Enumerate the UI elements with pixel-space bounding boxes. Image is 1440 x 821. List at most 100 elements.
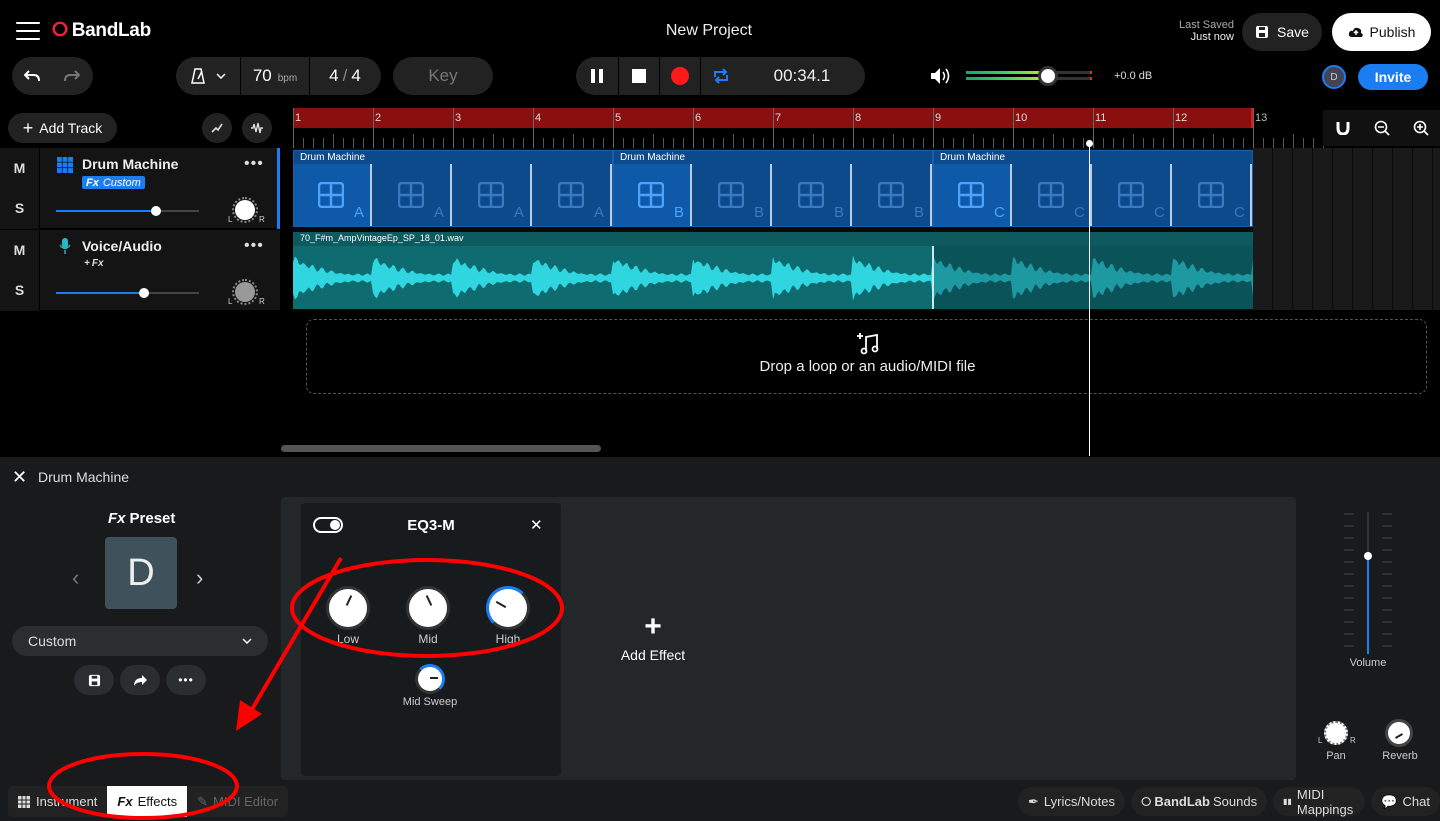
track-volume-thumb[interactable]	[139, 288, 149, 298]
preset-next-icon[interactable]: ›	[196, 565, 203, 591]
drum-pattern-cell[interactable]: A	[454, 164, 532, 226]
drum-pattern-cell[interactable]: A	[534, 164, 612, 226]
playhead[interactable]	[1089, 142, 1090, 456]
midi-mappings-button[interactable]: ▮▮ MIDI Mappings	[1273, 787, 1366, 817]
bandlab-sounds-button[interactable]: ⭘ BandLab Sounds	[1130, 787, 1268, 816]
loop-icon	[714, 68, 728, 84]
solo-button[interactable]: S	[0, 270, 39, 310]
close-effect-icon[interactable]: ✕	[530, 516, 543, 534]
track-pan-knob[interactable]	[232, 279, 258, 305]
solo-button[interactable]: S	[0, 188, 39, 228]
key-button[interactable]: Key	[393, 57, 493, 95]
speaker-icon[interactable]	[930, 67, 952, 85]
track-more-icon[interactable]: •••	[244, 237, 264, 255]
drum-pattern-cell[interactable]: C	[1014, 164, 1092, 226]
add-fx-badge[interactable]: + Fx	[84, 258, 104, 269]
master-volume-slider[interactable]	[966, 66, 1092, 86]
drum-pattern-cell[interactable]: B	[614, 164, 692, 226]
stop-button[interactable]	[619, 69, 659, 83]
preset-prev-icon[interactable]: ‹	[72, 565, 79, 591]
eq-mid-sweep-knob[interactable]	[415, 664, 445, 694]
bar-number[interactable]: 13	[1255, 112, 1267, 124]
pause-button[interactable]	[576, 68, 618, 84]
time-display[interactable]: 00:34.1	[740, 57, 864, 95]
eq-low-knob[interactable]	[326, 586, 370, 630]
publish-button[interactable]: Publish	[1332, 13, 1431, 51]
bar-number[interactable]: 12	[1175, 112, 1187, 124]
bar-number[interactable]: 1	[295, 112, 301, 124]
chat-button[interactable]: 💬 Chat	[1371, 787, 1440, 816]
invite-button[interactable]: Invite	[1358, 64, 1428, 90]
undo-button[interactable]	[12, 70, 52, 82]
tab-effects[interactable]: Fx Effects	[107, 786, 188, 817]
eq-mid-label: Mid	[418, 632, 438, 646]
eq-high-knob[interactable]	[486, 586, 530, 630]
tempo-field[interactable]: 70 bpm	[241, 66, 309, 86]
track-name[interactable]: Drum Machine	[82, 156, 178, 172]
track-volume-slider[interactable]	[56, 292, 199, 294]
track-name[interactable]: Voice/Audio	[82, 238, 162, 254]
bar-number[interactable]: 3	[455, 112, 461, 124]
volume-fader[interactable]	[1340, 510, 1396, 660]
preset-heading-fx: Fx	[108, 510, 126, 527]
fader-thumb[interactable]	[1364, 552, 1372, 560]
automation-button[interactable]	[202, 113, 232, 143]
drum-pattern-cell[interactable]: B	[774, 164, 852, 226]
waveform-view-button[interactable]	[242, 113, 272, 143]
preset-select[interactable]: Custom	[12, 626, 268, 656]
bar-number[interactable]: 8	[855, 112, 861, 124]
drum-pattern-cell[interactable]: C	[934, 164, 1012, 226]
bar-number[interactable]: 10	[1015, 112, 1027, 124]
save-preset-button[interactable]	[74, 665, 114, 695]
bar-number[interactable]: 6	[695, 112, 701, 124]
add-effect-icon[interactable]: +	[613, 612, 693, 642]
redo-button[interactable]	[52, 70, 92, 82]
bar-number[interactable]: 11	[1095, 112, 1106, 124]
add-track-button[interactable]: + Add Track	[8, 113, 117, 143]
add-effect-button[interactable]: Add Effect	[603, 647, 703, 663]
bar-number[interactable]: 7	[775, 112, 781, 124]
mute-button[interactable]: M	[0, 148, 39, 188]
close-panel-icon[interactable]: ✕	[12, 468, 27, 486]
drum-pattern-cell[interactable]: C	[1094, 164, 1172, 226]
bar-number[interactable]: 4	[535, 112, 541, 124]
zoom-out-button[interactable]	[1362, 120, 1401, 136]
share-preset-button[interactable]	[120, 665, 160, 695]
bar-number[interactable]: 2	[375, 112, 381, 124]
mute-button[interactable]: M	[0, 230, 39, 270]
drum-pattern-cell[interactable]: A	[294, 164, 372, 226]
drum-pattern-cell[interactable]: B	[854, 164, 932, 226]
time-signature-field[interactable]: 4/4	[310, 66, 380, 86]
eq-mid-knob[interactable]	[406, 586, 450, 630]
master-volume-thumb[interactable]	[1038, 66, 1058, 86]
bar-number[interactable]: 5	[615, 112, 621, 124]
track-volume-slider[interactable]	[56, 210, 199, 212]
save-button[interactable]: Save	[1242, 13, 1322, 51]
loop-button[interactable]	[701, 68, 741, 84]
track-pan-knob[interactable]	[232, 197, 258, 223]
drop-zone[interactable]: Drop a loop or an audio/MIDI file	[306, 319, 1427, 394]
track-more-icon[interactable]: •••	[244, 155, 264, 173]
more-options-icon[interactable]: •••	[166, 665, 206, 695]
metronome-button[interactable]	[176, 68, 240, 84]
tab-instrument[interactable]: Instrument	[8, 786, 108, 817]
reverb-knob[interactable]	[1385, 719, 1413, 747]
preset-tile[interactable]: D	[105, 537, 177, 609]
pan-knob[interactable]	[1324, 721, 1348, 745]
drum-pattern-cell[interactable]: B	[694, 164, 772, 226]
horizontal-scrollbar[interactable]	[281, 445, 601, 452]
drum-pattern-cell[interactable]: A	[374, 164, 452, 226]
lyrics-notes-button[interactable]: ✒ Lyrics/Notes	[1018, 787, 1125, 816]
avatar[interactable]: D	[1322, 65, 1346, 89]
audio-clip[interactable]: 70_F#m_AmpVintageEp_SP_18_01.wav	[293, 232, 1253, 309]
track-volume-thumb[interactable]	[151, 206, 161, 216]
record-button[interactable]	[660, 67, 700, 85]
fx-badge[interactable]: Fx Custom	[82, 176, 145, 189]
timeline-ruler[interactable]: 1 2 3 4 5 6 7 8 9 10 11 12 13	[293, 108, 1440, 148]
snap-magnet-button[interactable]	[1323, 121, 1362, 135]
bar-number[interactable]: 9	[935, 112, 941, 124]
tab-midi-editor[interactable]: ✎ MIDI Editor	[187, 786, 289, 817]
zoom-in-button[interactable]	[1401, 120, 1440, 136]
playhead-handle[interactable]	[1086, 140, 1093, 147]
drum-pattern-cell[interactable]: C	[1174, 164, 1252, 226]
